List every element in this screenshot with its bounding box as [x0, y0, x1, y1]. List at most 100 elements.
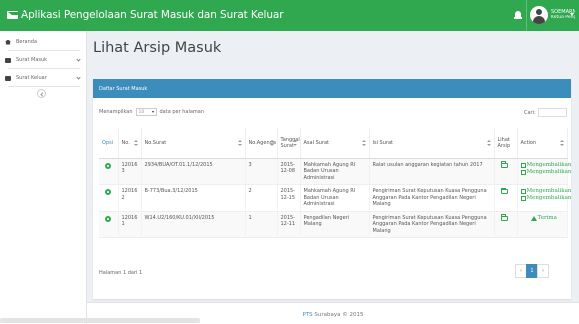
- folder-icon[interactable]: [500, 161, 508, 168]
- table-cell-no-surat: W14.U2/160/KU.01/XII/2015: [141, 211, 246, 238]
- column-header-no-surat[interactable]: No.Surat: [141, 128, 246, 159]
- table-cell-asal: Mahkamah Agung RI Badan Urusan Administr…: [300, 158, 370, 185]
- search-label: Cari:: [524, 110, 536, 116]
- sort-icon: [361, 140, 366, 146]
- user-avatar[interactable]: [530, 6, 548, 24]
- horizontal-scrollbar[interactable]: [0, 318, 200, 323]
- table-cell-action: Mengembalikan Mengembalikan: [517, 184, 571, 212]
- page-title: Lihat Arsip Masuk: [93, 40, 222, 56]
- column-header-asal-surat[interactable]: Asal Surat: [300, 128, 370, 159]
- column-header-tanggal-surat[interactable]: Tanggal Surat: [277, 128, 301, 159]
- search-input[interactable]: [538, 108, 567, 117]
- sidebar-item-label: Surat Masuk: [16, 57, 48, 63]
- table-cell-lihat-arsip: [494, 184, 518, 212]
- sort-icon: [133, 140, 138, 146]
- sort-icon: [269, 140, 274, 146]
- app-title: Aplikasi Pengelolaan Surat Masuk dan Sur…: [21, 9, 284, 21]
- column-header-action[interactable]: Action: [517, 128, 568, 159]
- archive-box: Daftar Surat Masuk Menampilkan 10 data p…: [93, 79, 571, 299]
- page-length-control: Menampilkan 10 data per halaman: [99, 108, 204, 116]
- table-cell-asal: Mahkamah Agung RI Badan Urusan Administr…: [300, 184, 370, 212]
- length-prefix: Menampilkan: [99, 109, 133, 115]
- edit-icon: [520, 196, 526, 201]
- eye-icon[interactable]: [105, 189, 111, 195]
- pagination: « 1 »: [515, 264, 549, 278]
- table-cell-no-agenda: 2: [245, 184, 278, 212]
- table-row: 120162 B-773/Bua.3/12/2015 2 2015-12-15 …: [99, 184, 571, 212]
- sidebar-item-surat-keluar[interactable]: Surat Keluar: [0, 71, 86, 85]
- folder-icon[interactable]: [500, 214, 508, 221]
- table-cell-tanggal: 2015-12-15: [277, 184, 301, 212]
- table-cell-lihat-arsip: [494, 158, 518, 185]
- box-title: Daftar Surat Masuk: [93, 80, 571, 98]
- sort-icon: [559, 140, 564, 146]
- table-cell-no-surat: B-773/Bua.3/12/2015: [141, 184, 246, 212]
- table-cell-no: 120162: [118, 184, 142, 212]
- table-cell-action: Mengembalikan Mengembalikan: [517, 158, 571, 185]
- pagination-next-button[interactable]: »: [537, 264, 549, 278]
- caret-down-icon: [151, 111, 154, 113]
- column-header-no[interactable]: No.: [118, 128, 142, 159]
- table-cell-no-surat: 2934/BUA/OT.01.1/12/2015: [141, 158, 246, 185]
- sidebar-item-beranda[interactable]: Beranda: [0, 35, 86, 49]
- footer-brand-link[interactable]: PTS: [302, 312, 312, 318]
- column-header-opsi[interactable]: Opsi: [99, 128, 119, 159]
- sidebar-divider: [8, 86, 80, 87]
- table-cell-asal: Pengadilan Negeri Malang: [300, 211, 370, 238]
- table-cell-lihat-arsip: [494, 211, 518, 238]
- table-cell-isi: Pengiriman Surat Keputusan Kuasa Penggun…: [369, 184, 495, 212]
- action-link-mengembalikan[interactable]: Mengembalikan: [520, 162, 571, 169]
- column-header-no-agenda[interactable]: No.Agenda: [245, 128, 278, 159]
- action-link-mengembalikan[interactable]: Mengembalikan: [520, 195, 571, 202]
- sidebar-item-label: Surat Keluar: [16, 75, 47, 81]
- bell-icon[interactable]: [512, 7, 524, 23]
- table-info: Halaman 1 dari 1: [99, 270, 143, 276]
- chevron-down-icon[interactable]: [570, 13, 574, 16]
- folder-icon[interactable]: [500, 187, 508, 194]
- envelope-icon: [5, 57, 11, 63]
- table-cell-opsi: [99, 158, 119, 185]
- sort-icon: [292, 140, 297, 146]
- envelope-icon: [7, 11, 25, 19]
- table-cell-isi: Ralat usulan anggaran kegiatan tahun 201…: [369, 158, 495, 185]
- sidebar-item-surat-masuk[interactable]: Surat Masuk: [0, 53, 86, 67]
- table-row: 120161 W14.U2/160/KU.01/XII/2015 1 2015-…: [99, 211, 568, 238]
- archive-table: Opsi No. No.Surat No.Agenda Tanggal Sura…: [99, 128, 571, 238]
- top-navbar: Aplikasi Pengelolaan Surat Masuk dan Sur…: [0, 0, 579, 31]
- home-icon: [5, 39, 11, 45]
- table-cell-isi: Pengiriman Surat Keputusan Kuasa Penggun…: [369, 211, 495, 238]
- table-cell-no: 120163: [118, 158, 142, 185]
- eye-icon[interactable]: [105, 215, 111, 222]
- action-link-mengembalikan[interactable]: Mengembalikan: [520, 169, 571, 176]
- download-icon: [530, 215, 537, 221]
- sidebar-divider: [8, 68, 80, 69]
- column-header-isi-surat[interactable]: Isi Surat: [369, 128, 495, 159]
- edit-icon: [520, 189, 526, 194]
- table-cell-opsi: [99, 211, 119, 238]
- table-cell-tanggal: 2015-12-08: [277, 158, 301, 185]
- table-cell-no-agenda: 3: [245, 158, 278, 185]
- table-cell-tanggal: 2015-12-11: [277, 211, 301, 238]
- sidebar-collapse-button[interactable]: [37, 89, 46, 98]
- sort-icon: [486, 140, 491, 146]
- table-header-row: Opsi No. No.Surat No.Agenda Tanggal Sura…: [99, 128, 568, 159]
- eye-icon[interactable]: [105, 162, 111, 169]
- edit-icon: [520, 162, 526, 168]
- action-link-terima[interactable]: Terima: [521, 215, 564, 222]
- table-cell-no: 120161: [118, 211, 142, 238]
- sidebar-item-label: Beranda: [16, 39, 38, 45]
- app-brand[interactable]: Aplikasi Pengelolaan Surat Masuk dan Sur…: [7, 8, 284, 22]
- edit-icon: [520, 169, 526, 175]
- length-suffix: data per halaman: [159, 109, 205, 115]
- table-row: 120163 2934/BUA/OT.01.1/12/2015 3 2015-1…: [99, 158, 571, 185]
- action-link-mengembalikan[interactable]: Mengembalikan: [520, 188, 571, 195]
- footer-copyright: Surabaya © 2015: [312, 312, 364, 318]
- table-cell-opsi: [99, 184, 119, 212]
- column-header-lihat-arsip[interactable]: Lihat Arsip: [494, 128, 518, 159]
- chevron-down-icon: [76, 57, 81, 62]
- sidebar-divider: [8, 50, 80, 51]
- navbar-divider: [526, 0, 527, 31]
- sidebar: Beranda Surat Masuk Surat Keluar: [0, 31, 87, 324]
- page-length-select[interactable]: 10: [135, 108, 157, 116]
- table-cell-no-agenda: 1: [245, 211, 278, 238]
